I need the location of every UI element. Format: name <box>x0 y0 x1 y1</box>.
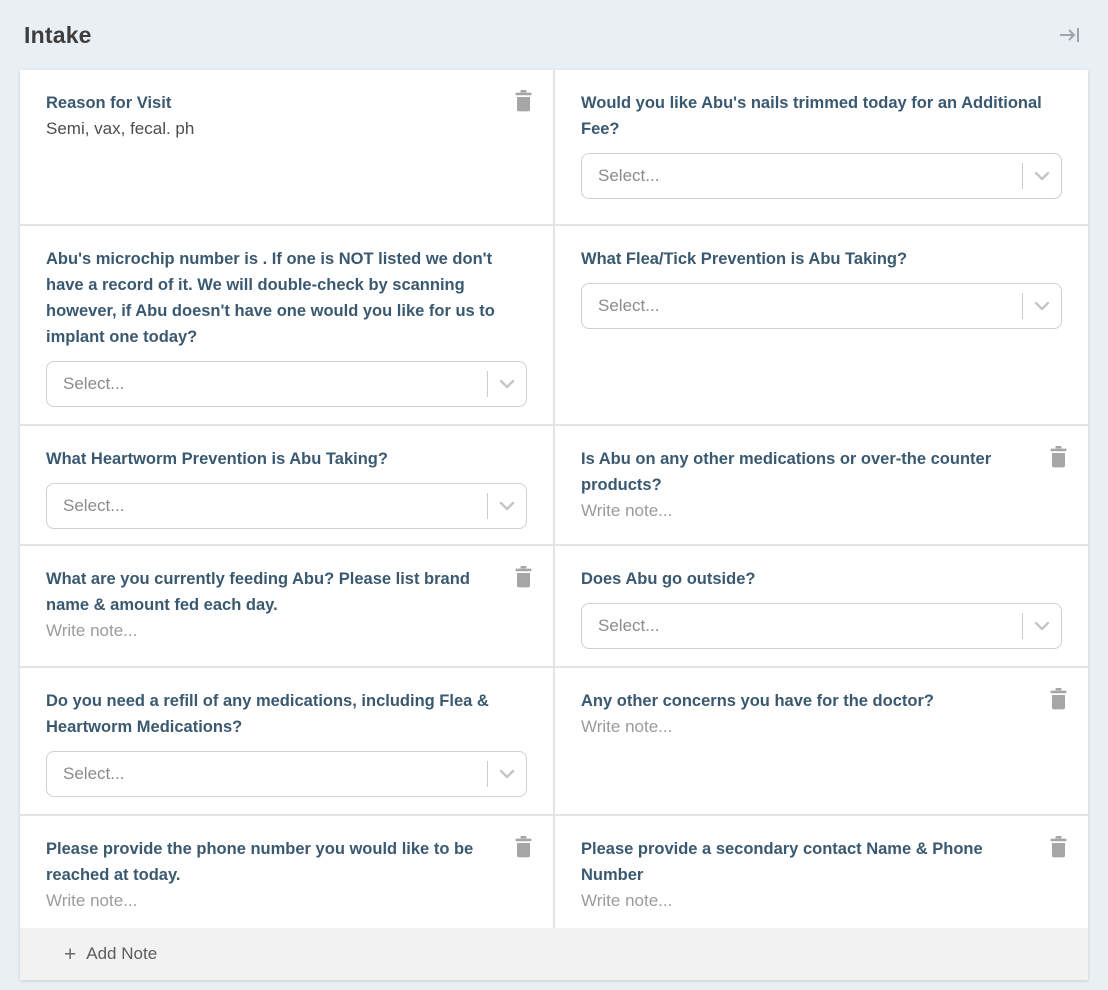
plus-icon: + <box>64 944 76 965</box>
trash-icon <box>514 846 533 861</box>
trash-icon <box>1049 846 1068 861</box>
question-card: Reason for VisitSemi, vax, fecal. ph <box>20 70 553 224</box>
chevron-down-icon <box>1023 301 1061 311</box>
question-card: Do you need a refill of any medications,… <box>20 668 553 814</box>
question-label: What Heartworm Prevention is Abu Taking? <box>46 446 527 472</box>
select-value: Select... <box>47 374 487 394</box>
add-note-label: Add Note <box>86 944 157 964</box>
delete-question-button[interactable] <box>512 564 535 590</box>
question-label: Abu's microchip number is . If one is NO… <box>46 246 527 350</box>
question-card: Any other concerns you have for the doct… <box>555 668 1088 814</box>
question-card: Would you like Abu's nails trimmed today… <box>555 70 1088 224</box>
note-input[interactable]: Write note... <box>581 888 1062 914</box>
answer-select[interactable]: Select... <box>581 283 1062 329</box>
question-label: Any other concerns you have for the doct… <box>581 688 1062 714</box>
answer-select[interactable]: Select... <box>581 603 1062 649</box>
note-input[interactable]: Write note... <box>581 714 1062 740</box>
question-label: Please provide the phone number you woul… <box>46 836 527 888</box>
chevron-down-icon <box>488 501 526 511</box>
question-card: What Heartworm Prevention is Abu Taking?… <box>20 426 553 544</box>
trash-icon <box>1049 456 1068 471</box>
answer-select[interactable]: Select... <box>581 153 1062 199</box>
note-input[interactable]: Write note... <box>46 618 527 644</box>
chevron-down-icon <box>1023 621 1061 631</box>
delete-question-button[interactable] <box>1047 444 1070 470</box>
select-value: Select... <box>582 616 1022 636</box>
intake-panel: Intake Reason for VisitSemi, vax, fecal.… <box>0 0 1108 980</box>
select-value: Select... <box>582 166 1022 186</box>
question-card: Please provide a secondary contact Name … <box>555 816 1088 928</box>
answer-select[interactable]: Select... <box>46 361 527 407</box>
answer-select[interactable]: Select... <box>46 751 527 797</box>
question-label: Is Abu on any other medications or over-… <box>581 446 1062 498</box>
question-card: Please provide the phone number you woul… <box>20 816 553 928</box>
question-card: Is Abu on any other medications or over-… <box>555 426 1088 544</box>
arrow-to-bar-icon <box>1056 36 1082 51</box>
trash-icon <box>514 100 533 115</box>
select-value: Select... <box>47 764 487 784</box>
question-card: What are you currently feeding Abu? Plea… <box>20 546 553 666</box>
delete-question-button[interactable] <box>1047 686 1070 712</box>
collapse-panel-button[interactable] <box>1054 20 1084 50</box>
select-value: Select... <box>582 296 1022 316</box>
question-label: Does Abu go outside? <box>581 566 1062 592</box>
trash-icon <box>514 576 533 591</box>
answer-select[interactable]: Select... <box>46 483 527 529</box>
question-label: Please provide a secondary contact Name … <box>581 836 1062 888</box>
chevron-down-icon <box>488 769 526 779</box>
add-note-button[interactable]: + Add Note <box>20 928 1088 980</box>
question-card: What Flea/Tick Prevention is Abu Taking?… <box>555 226 1088 424</box>
panel-body: Reason for VisitSemi, vax, fecal. ph Woul… <box>20 70 1088 980</box>
question-card: Does Abu go outside? Select... <box>555 546 1088 666</box>
chevron-down-icon <box>488 379 526 389</box>
select-value: Select... <box>47 496 487 516</box>
question-label: Do you need a refill of any medications,… <box>46 688 527 740</box>
note-input[interactable]: Write note... <box>46 888 527 914</box>
delete-question-button[interactable] <box>1047 834 1070 860</box>
question-label: Would you like Abu's nails trimmed today… <box>581 90 1062 142</box>
note-input[interactable]: Write note... <box>581 498 1062 524</box>
chevron-down-icon <box>1023 171 1061 181</box>
question-label: What Flea/Tick Prevention is Abu Taking? <box>581 246 1062 272</box>
question-card: Abu's microchip number is . If one is NO… <box>20 226 553 424</box>
delete-question-button[interactable] <box>512 834 535 860</box>
panel-header: Intake <box>0 0 1108 70</box>
delete-question-button[interactable] <box>512 88 535 114</box>
questions-grid: Reason for VisitSemi, vax, fecal. ph Woul… <box>20 70 1088 928</box>
answer-text[interactable]: Semi, vax, fecal. ph <box>46 116 527 142</box>
question-label: What are you currently feeding Abu? Plea… <box>46 566 527 618</box>
panel-title: Intake <box>24 22 92 49</box>
trash-icon <box>1049 698 1068 713</box>
question-label: Reason for Visit <box>46 90 527 116</box>
